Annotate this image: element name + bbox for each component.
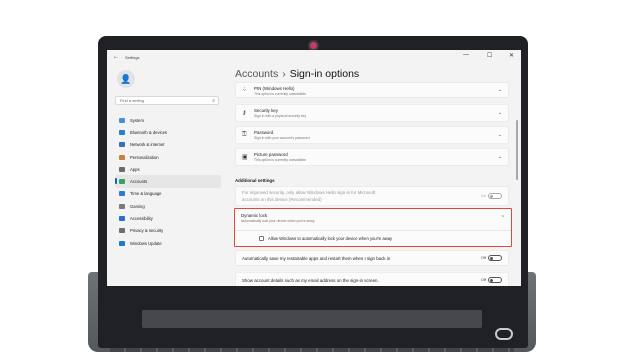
sidebar-item-time-language[interactable]: Time & language <box>115 188 221 200</box>
search-placeholder: Find a setting <box>120 98 145 103</box>
breadcrumb-separator: › <box>282 68 286 80</box>
setting-label: For improved security, only allow Window… <box>242 190 376 195</box>
search-icon: ⌕ <box>212 98 215 104</box>
back-arrow-icon[interactable]: ← <box>113 54 119 60</box>
sidebar-nav: System Bluetooth & devices Network & int… <box>115 114 221 249</box>
option-title: Security key <box>254 108 278 113</box>
account-details-setting: Show account details such as my email ad… <box>235 272 509 286</box>
accessibility-icon <box>119 216 125 222</box>
title-bar: ← Settings — ☐ ✕ <box>107 50 521 64</box>
settings-window: ← Settings — ☐ ✕ 👤 Find a setting ⌕ Syst… <box>107 50 521 286</box>
sidebar-item-label: Privacy & security <box>130 228 164 234</box>
option-pin[interactable]: ⁘ PIN (Windows Hello) This option is cur… <box>235 82 509 98</box>
globe-icon <box>119 191 125 197</box>
restartable-apps-setting: Automatically save my restartable apps a… <box>235 250 509 266</box>
hinge <box>142 310 482 328</box>
chevron-down-icon: ⌄ <box>497 110 502 116</box>
checkbox-label: Allow Windows to automatically lock your… <box>268 235 393 241</box>
shield-icon <box>119 228 125 234</box>
person-icon <box>119 179 125 185</box>
scrollbar[interactable] <box>516 120 518 180</box>
chevron-down-icon: ⌄ <box>497 154 502 160</box>
sidebar-item-label: Windows Update <box>130 240 162 246</box>
search-input[interactable]: Find a setting ⌕ <box>115 96 219 105</box>
dynamic-lock-subtitle: Automatically lock your device when you'… <box>241 219 315 223</box>
setting-label: Show account details such as my email ad… <box>242 278 379 283</box>
password-icon: ⚿ <box>242 131 247 138</box>
picture-icon: ▣ <box>242 154 248 161</box>
webcam-icon <box>310 42 317 49</box>
hello-only-toggle[interactable] <box>488 193 502 199</box>
sidebar-item-label: Accounts <box>130 179 148 185</box>
chevron-down-icon: ⌄ <box>497 87 502 93</box>
option-subtitle: Sign in with a physical security key <box>254 114 307 118</box>
sidebar-item-label: Accessibility <box>130 216 153 222</box>
update-icon <box>119 240 125 246</box>
option-subtitle: This option is currently unavailable <box>254 158 307 162</box>
option-security-key[interactable]: ⚷ Security key Sign in with a physical s… <box>235 104 509 122</box>
sidebar-item-system[interactable]: System <box>115 114 221 126</box>
brush-icon <box>119 154 125 160</box>
network-icon <box>119 142 125 148</box>
toggle-state: Off <box>481 278 486 282</box>
sidebar-item-label: Time & language <box>130 191 162 197</box>
divider <box>235 230 511 231</box>
option-picture-password[interactable]: ▣ Picture password This option is curren… <box>235 148 509 166</box>
monitor-icon <box>119 117 125 123</box>
sidebar-item-label: Personalization <box>130 154 159 160</box>
apps-icon <box>119 166 125 172</box>
chevron-up-icon[interactable]: ⌃ <box>501 215 505 221</box>
restartable-apps-toggle[interactable] <box>488 255 502 261</box>
sidebar-item-label: Network & internet <box>130 142 165 148</box>
toggle-state: Off <box>481 256 486 260</box>
minimize-button[interactable]: — <box>463 52 469 58</box>
page-title: Sign-in options <box>289 68 360 80</box>
sidebar-item-label: Gaming <box>130 203 145 209</box>
sidebar-item-windows-update[interactable]: Windows Update <box>115 237 221 249</box>
account-details-toggle[interactable] <box>488 277 502 283</box>
sidebar-item-accounts[interactable]: Accounts <box>115 175 221 188</box>
chevron-down-icon: ⌄ <box>497 132 502 138</box>
person-icon: 👤 <box>120 73 132 84</box>
sidebar-item-personalization[interactable]: Personalization <box>115 151 221 163</box>
dynamic-lock-title: Dynamic lock <box>241 213 268 218</box>
option-title: Password <box>254 130 274 135</box>
key-icon: ⚷ <box>242 110 247 117</box>
dynamic-lock-checkbox[interactable] <box>259 236 264 241</box>
toggle-state: On <box>480 194 486 198</box>
breadcrumb: Accounts › Sign-in options <box>235 68 359 80</box>
sidebar-item-bluetooth[interactable]: Bluetooth & devices <box>115 126 221 138</box>
pin-icon: ⁘ <box>242 87 248 94</box>
dynamic-lock-card[interactable]: Dynamic lock Automatically lock your dev… <box>234 208 512 247</box>
section-heading: Additional settings <box>235 178 275 183</box>
bluetooth-icon <box>119 129 125 135</box>
sidebar-item-accessibility[interactable]: Accessibility <box>115 212 221 224</box>
close-button[interactable]: ✕ <box>509 52 514 59</box>
setting-label: Automatically save my restartable apps a… <box>242 256 391 261</box>
option-subtitle: This option is currently unavailable <box>254 92 307 96</box>
power-button[interactable] <box>495 328 513 340</box>
maximize-button[interactable]: ☐ <box>487 52 492 59</box>
sidebar-item-gaming[interactable]: Gaming <box>115 200 221 212</box>
sidebar-item-label: System <box>130 117 144 123</box>
option-subtitle: Sign in with your account's password <box>254 136 310 140</box>
setting-label-line2: accounts on this device (Recommended) <box>242 197 322 202</box>
controller-icon <box>119 203 125 209</box>
hello-only-setting: For improved security, only allow Window… <box>235 186 509 206</box>
breadcrumb-parent[interactable]: Accounts <box>235 68 278 80</box>
avatar[interactable]: 👤 <box>117 70 135 88</box>
sidebar-item-label: Bluetooth & devices <box>130 129 168 135</box>
sidebar-item-apps[interactable]: Apps <box>115 163 221 175</box>
option-title: Picture password <box>254 152 288 157</box>
sidebar-item-network[interactable]: Network & internet <box>115 139 221 151</box>
sidebar-item-label: Apps <box>130 166 140 172</box>
option-title: PIN (Windows Hello) <box>254 86 295 91</box>
app-title: Settings <box>125 55 140 60</box>
option-password[interactable]: ⚿ Password Sign in with your account's p… <box>235 126 509 144</box>
sidebar-item-privacy[interactable]: Privacy & security <box>115 225 221 237</box>
